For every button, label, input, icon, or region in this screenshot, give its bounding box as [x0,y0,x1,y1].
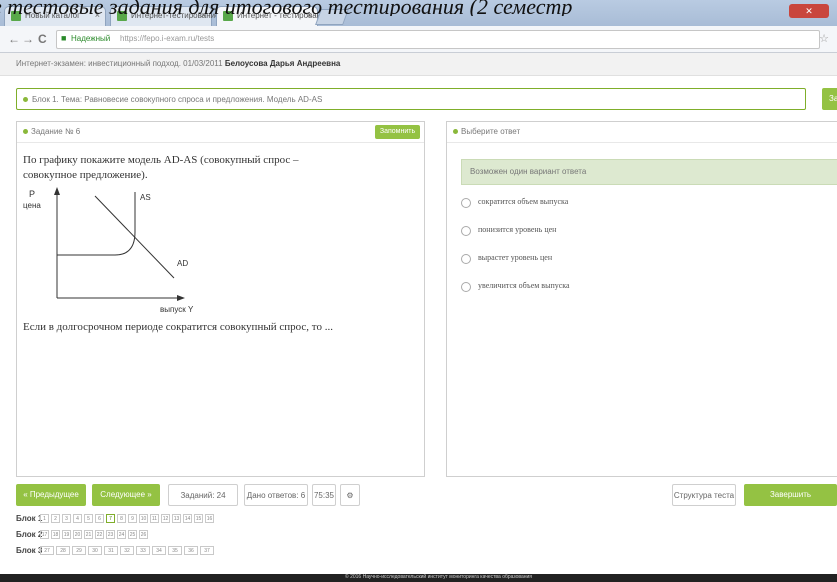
radio-button[interactable] [461,198,471,208]
task-cell[interactable]: 19 [62,530,71,539]
answer-panel-title: Выберите ответ [461,127,521,136]
tasks-count: Заданий: 24 [168,484,238,506]
bookmark-star-icon[interactable]: ☆ [819,32,829,45]
bullet-icon [23,97,28,102]
finish-test-button[interactable]: Завершить тестирование [744,484,837,521]
block-label: Блок 2 [16,530,43,539]
ad-as-graph: P цена AS AD выпуск Y [23,187,194,314]
answer-hint: Возможен один вариант ответа [461,159,837,185]
task-cell[interactable]: 4 [73,514,82,523]
task-cell[interactable]: 18 [51,530,60,539]
previous-button[interactable]: « Предыдущее [16,484,86,506]
task-cell[interactable]: 34 [152,546,166,555]
task-cell[interactable]: 22 [95,530,104,539]
answer-option-label: увеличится объем выпуска [478,281,570,290]
task-cell[interactable]: 23 [106,530,115,539]
question-condition: Если в долгосрочном периоде сократится с… [23,321,333,333]
task-cell[interactable]: 6 [95,514,104,523]
bullet-icon [23,129,28,134]
block-label: Блок 1 [16,514,43,523]
address-input[interactable]: ■ Надежный https://fepo.i-exam.ru/tests [56,30,820,49]
task-cell[interactable]: 29 [72,546,86,555]
answer-hint-text: Возможен один вариант ответа [470,167,587,176]
reload-icon[interactable]: C [38,32,47,46]
as-curve-label: AS [140,193,151,202]
user-name: Белоусова Дарья Андреевна [224,59,341,68]
lock-icon: ■ [61,33,67,43]
bullet-icon [453,129,458,134]
task-cell[interactable]: 9 [128,514,137,523]
address-toolbar: ← → C ■ Надежный https://fepo.i-exam.ru/… [0,26,837,53]
task-cell[interactable]: 11 [150,514,159,523]
footer: © 2016 Научно-исследовательский институт… [0,574,837,582]
breadcrumb: Блок 1. Тема: Равновесие совокупного спр… [16,88,806,110]
task-cell[interactable]: 12 [161,514,170,523]
answer-option-label: вырастет уровень цен [478,253,553,262]
block-label: Блок 3 [16,546,43,555]
settings-gear-icon[interactable]: ⚙ [340,484,360,506]
task-cell[interactable]: 3 [62,514,71,523]
task-cell[interactable]: 24 [117,530,126,539]
answer-option-label: понизится уровень цен [478,225,557,234]
task-cell[interactable]: 27 [40,546,54,555]
task-cell[interactable]: 5 [84,514,93,523]
back-icon[interactable]: ← [8,32,20,46]
task-cell[interactable]: 26 [139,530,148,539]
task-cell[interactable]: 25 [128,530,137,539]
task-cell[interactable]: 37 [200,546,214,555]
task-cell[interactable]: 32 [120,546,134,555]
task-panel: Задание № 6 Запомнить По графику покажит… [16,121,425,477]
task-cell[interactable]: 28 [56,546,70,555]
timer: 75:35 [312,484,336,506]
ad-curve-label: AD [177,259,188,268]
test-structure-button[interactable]: Структура теста [672,484,736,506]
task-cell[interactable]: 13 [172,514,181,523]
finish-button[interactable]: Завершить [822,88,837,110]
page-header: Интернет-экзамен: инвестиционный подход.… [0,53,837,76]
task-number: Задание № 6 [31,127,81,136]
url-text: https://fepo.i-exam.ru/tests [120,34,215,43]
answer-panel: Выберите ответ Возможен один вариант отв… [446,121,837,477]
task-cell[interactable]: 20 [73,530,82,539]
remember-button[interactable]: Запомнить [375,125,420,139]
page-title: Интернет-экзамен: инвестиционный подход.… [16,59,340,68]
task-cell[interactable]: 1 [40,514,49,523]
task-cell[interactable]: 35 [168,546,182,555]
breadcrumb-text: Блок 1. Тема: Равновесие совокупного спр… [32,95,323,104]
document-caption: е тестовые задания для итогового тестиро… [0,0,573,16]
task-cell[interactable]: 14 [183,514,192,523]
p-axis-label: P [29,189,35,199]
price-label: цена [23,201,41,210]
task-cell[interactable]: 17 [40,530,49,539]
task-panel-header: Задание № 6 Запомнить [17,122,424,143]
task-cell[interactable]: 8 [117,514,126,523]
next-button[interactable]: Следующее » [92,484,160,506]
task-cell[interactable]: 10 [139,514,148,523]
answers-count: Дано ответов: 6 [244,484,308,506]
secure-site-label: Надежный [71,34,111,43]
task-cell[interactable]: 7 [106,514,115,523]
task-cell[interactable]: 30 [88,546,102,555]
radio-button[interactable] [461,254,471,264]
answer-option-label: сократится объем выпуска [478,197,569,206]
task-cell[interactable]: 31 [104,546,118,555]
question-text: По графику покажите модель AD-AS (совоку… [23,154,299,181]
task-cell[interactable]: 21 [84,530,93,539]
task-cell[interactable]: 2 [51,514,60,523]
answer-panel-header: Выберите ответ [447,122,837,143]
output-axis-label: выпуск Y [160,305,194,314]
radio-button[interactable] [461,282,471,292]
exam-title: Интернет-экзамен: инвестиционный подход.… [16,59,223,68]
forward-icon[interactable]: → [22,32,34,46]
task-cell[interactable]: 33 [136,546,150,555]
radio-button[interactable] [461,226,471,236]
task-cell[interactable]: 15 [194,514,203,523]
task-cell[interactable]: 36 [184,546,198,555]
footer-text: © 2016 Научно-исследовательский институт… [345,574,533,580]
task-cell[interactable]: 16 [205,514,214,523]
